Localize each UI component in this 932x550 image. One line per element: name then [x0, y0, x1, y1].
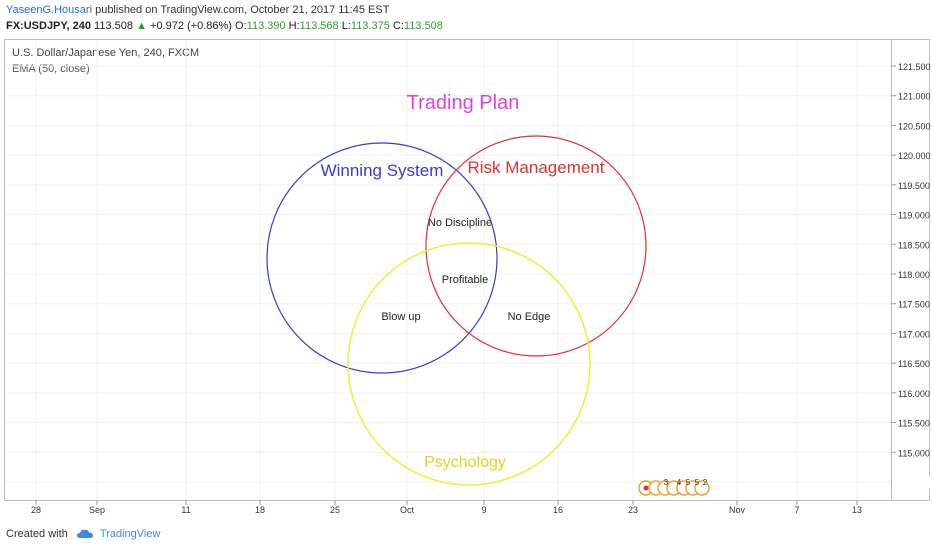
y-tick-label: 118.000 — [898, 270, 930, 280]
chart-svg: 121.500 121.000 120.500 120.000 119.500 119.0… — [5, 40, 931, 515]
event-dot — [643, 485, 649, 491]
x-tick-label: 9 — [481, 505, 486, 515]
diagram-title: Trading Plan — [407, 92, 520, 114]
x-tick-label: 13 — [852, 505, 862, 515]
region-no-edge: No Edge — [508, 311, 551, 323]
event-count: 5 — [686, 478, 691, 487]
risk-management-label: Risk Management — [467, 158, 604, 177]
x-tick-label: 18 — [255, 505, 265, 515]
y-tick-label: 116.500 — [898, 359, 930, 369]
winning-system-label: Winning System — [321, 161, 444, 180]
psychology-label: Psychology — [424, 454, 506, 471]
event-count: 4 — [677, 478, 682, 487]
y-tick-label: 115.000 — [898, 448, 930, 458]
region-profitable: Profitable — [442, 274, 488, 286]
x-tick-label: 28 — [31, 505, 41, 515]
region-blow-up: Blow up — [381, 311, 420, 323]
x-tick-label: Nov — [729, 505, 746, 515]
tradingview-cloud-icon — [76, 529, 93, 539]
y-tick-label: 119.000 — [898, 211, 930, 221]
footer: Created with TradingView — [6, 528, 160, 540]
y-tick-label: 121.500 — [898, 62, 931, 72]
x-axis-ticks: 28 Sep 11 18 25 Oct 9 16 23 Nov 7 13 — [31, 500, 862, 515]
y-tick-label: 117.000 — [898, 329, 930, 339]
y-tick-label: 120.000 — [898, 151, 931, 161]
x-tick-label: 23 — [628, 505, 638, 515]
region-no-discipline: No Discipline — [428, 217, 492, 229]
x-tick-label: 16 — [553, 505, 563, 515]
y-tick-label: 120.500 — [898, 121, 931, 131]
event-count: 2 — [703, 478, 708, 487]
last-price-label — [892, 476, 930, 488]
y-tick-label: 115.500 — [898, 419, 930, 429]
created-with-text: Created with — [6, 528, 68, 540]
x-tick-label: Sep — [89, 505, 105, 515]
y-tick-label: 116.000 — [898, 389, 930, 399]
x-tick-label: Oct — [400, 505, 415, 515]
x-tick-label: 25 — [330, 505, 340, 515]
y-axis-ticks: 121.500 121.000 120.500 120.000 119.500 119.0… — [891, 62, 931, 488]
y-tick-label: 119.500 — [898, 181, 930, 191]
y-tick-label: 121.000 — [898, 92, 931, 102]
x-tick-label: 7 — [794, 505, 799, 515]
economic-events[interactable]: 34552 — [638, 478, 710, 496]
y-tick-label: 117.500 — [898, 300, 930, 310]
x-tick-label: 11 — [181, 505, 190, 515]
event-count: 5 — [695, 478, 700, 487]
tradingview-link[interactable]: TradingView — [100, 528, 161, 540]
event-count: 3 — [664, 478, 669, 487]
y-tick-label: 118.500 — [898, 240, 930, 250]
trading-plan-diagram[interactable]: Trading Plan Winning System Risk Managem… — [266, 92, 647, 486]
